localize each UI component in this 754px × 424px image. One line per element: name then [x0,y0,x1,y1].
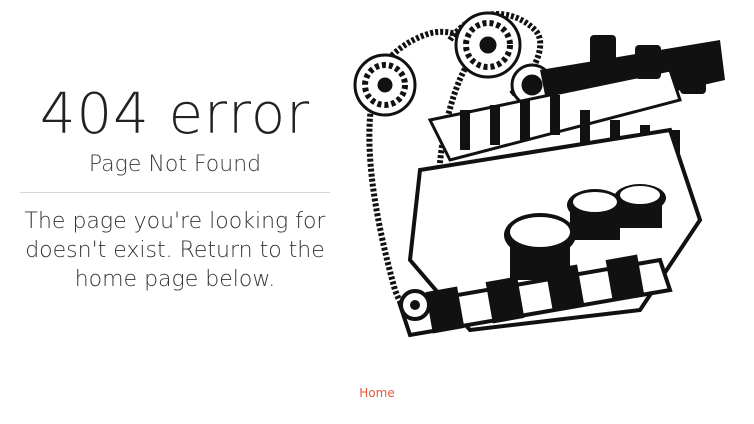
home-link[interactable]: Home [0,386,754,400]
error-page: 404 error Page Not Found The page you're… [0,0,754,424]
divider [20,192,330,193]
error-description: The page you're looking for doesn't exis… [24,209,326,292]
error-subtitle: Page Not Found [88,152,262,177]
engine-illustration [340,0,730,365]
error-message-panel: 404 error Page Not Found The page you're… [20,80,330,294]
error-title: 404 error [39,82,311,147]
